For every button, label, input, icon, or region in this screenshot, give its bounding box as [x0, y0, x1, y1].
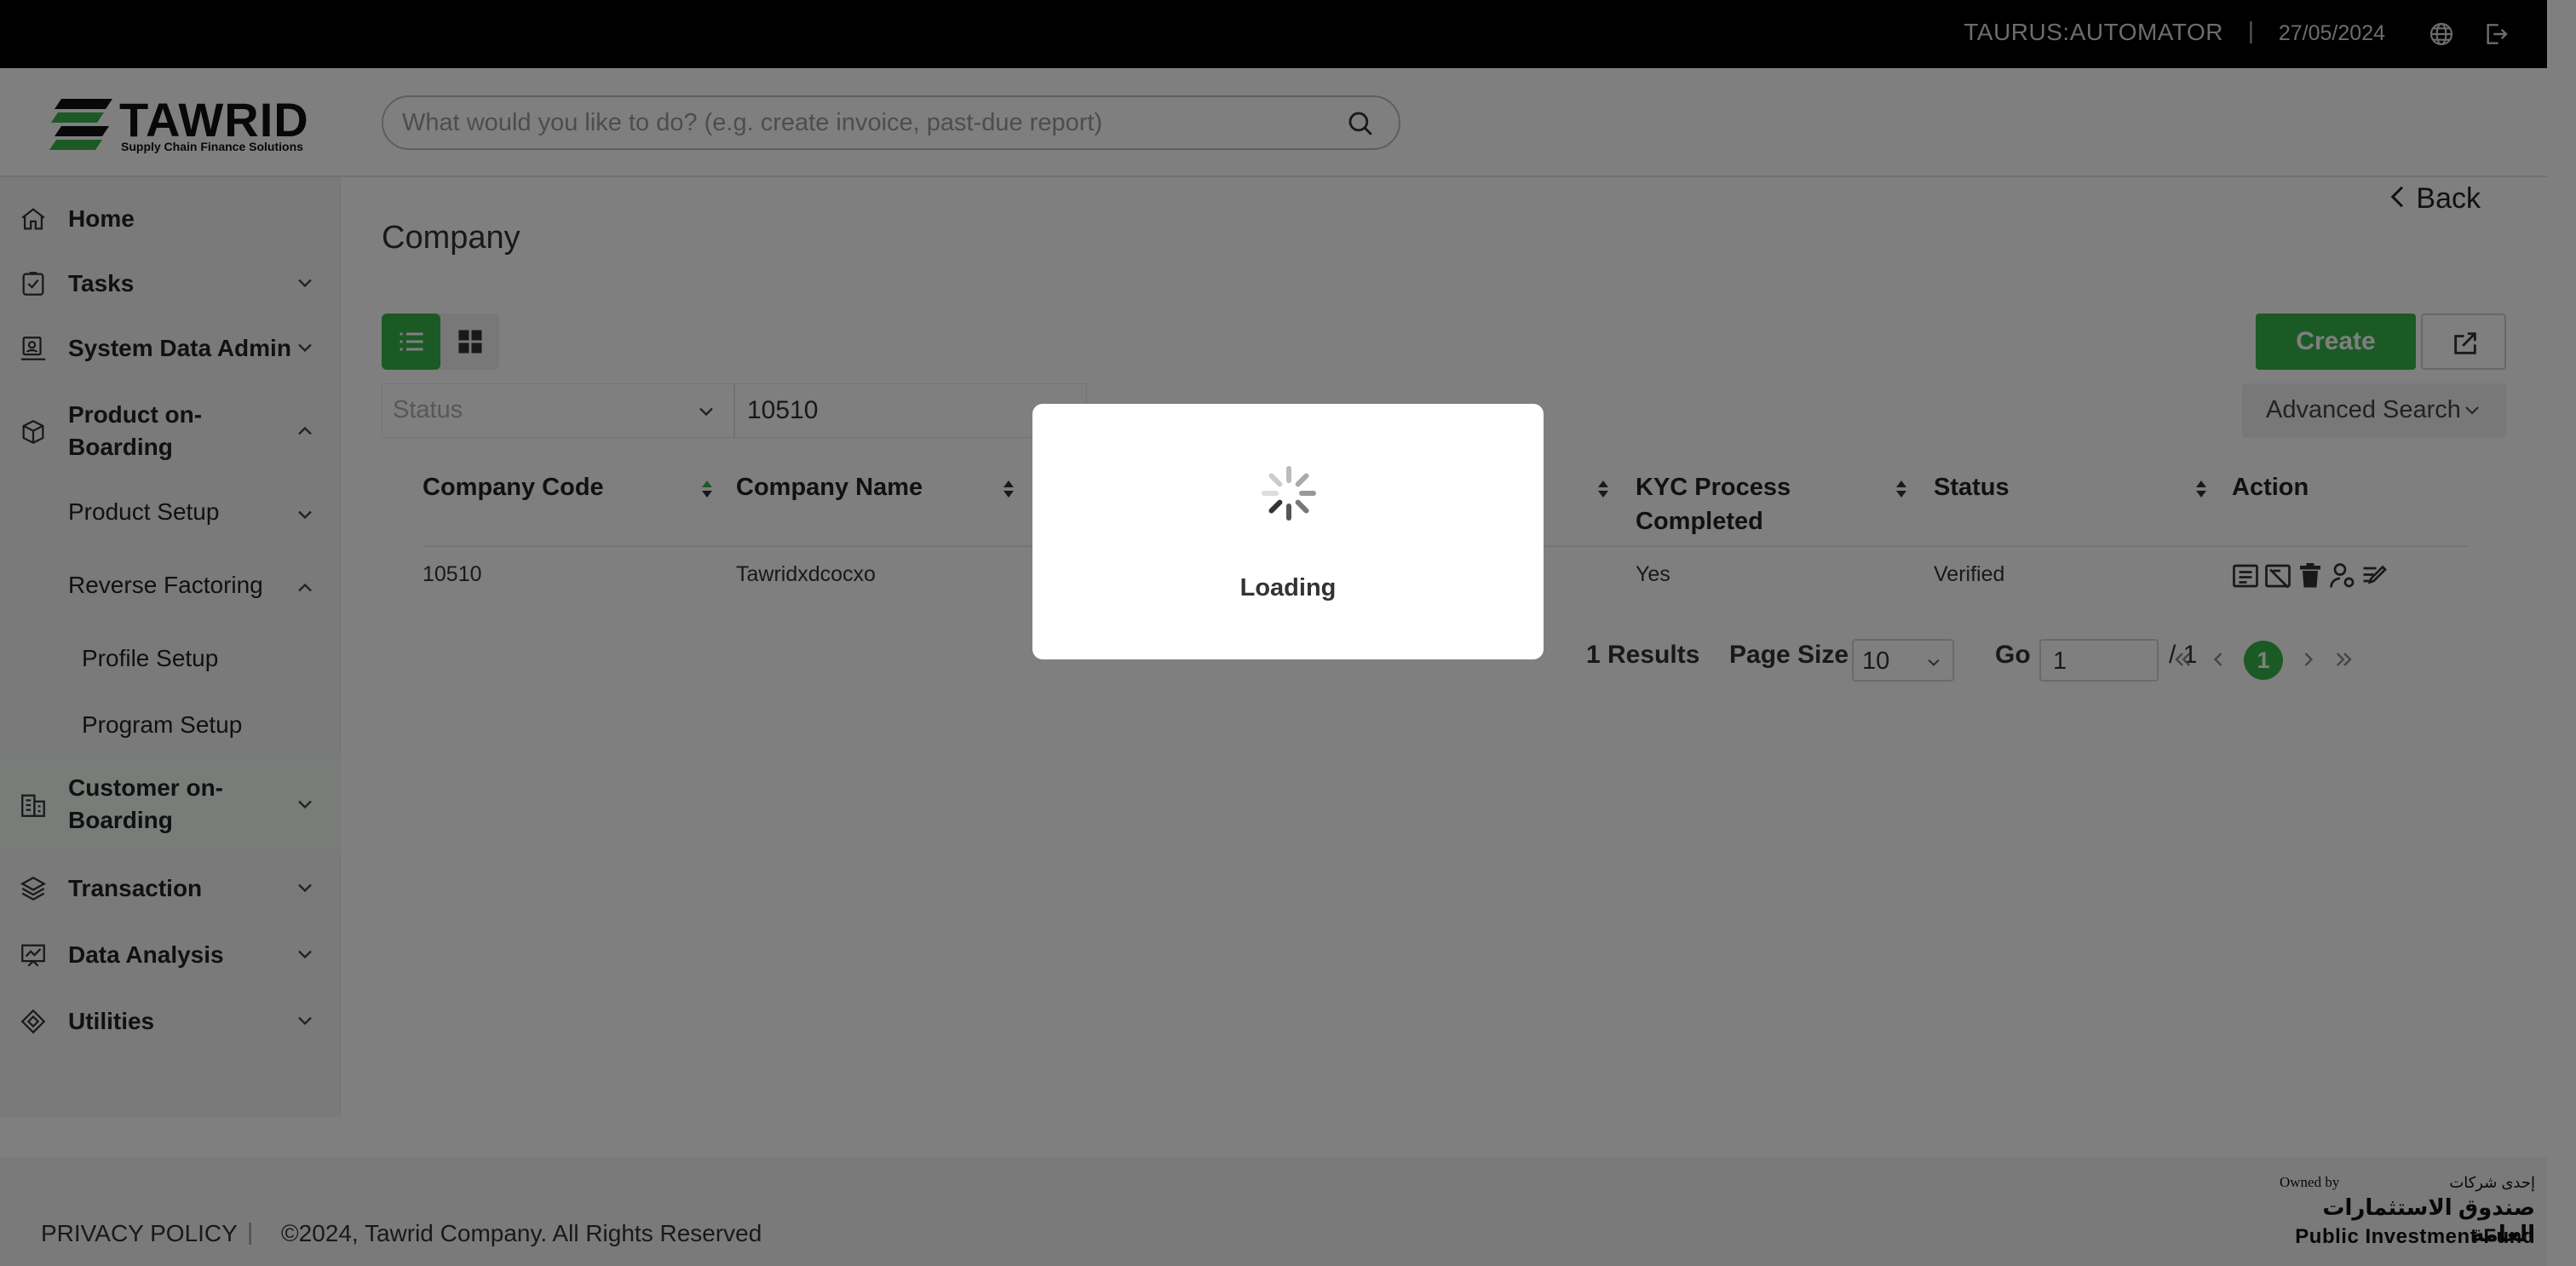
spinner-icon	[1262, 466, 1316, 521]
loading-dialog: Loading	[1032, 404, 1544, 659]
loading-text: Loading	[1239, 574, 1337, 601]
